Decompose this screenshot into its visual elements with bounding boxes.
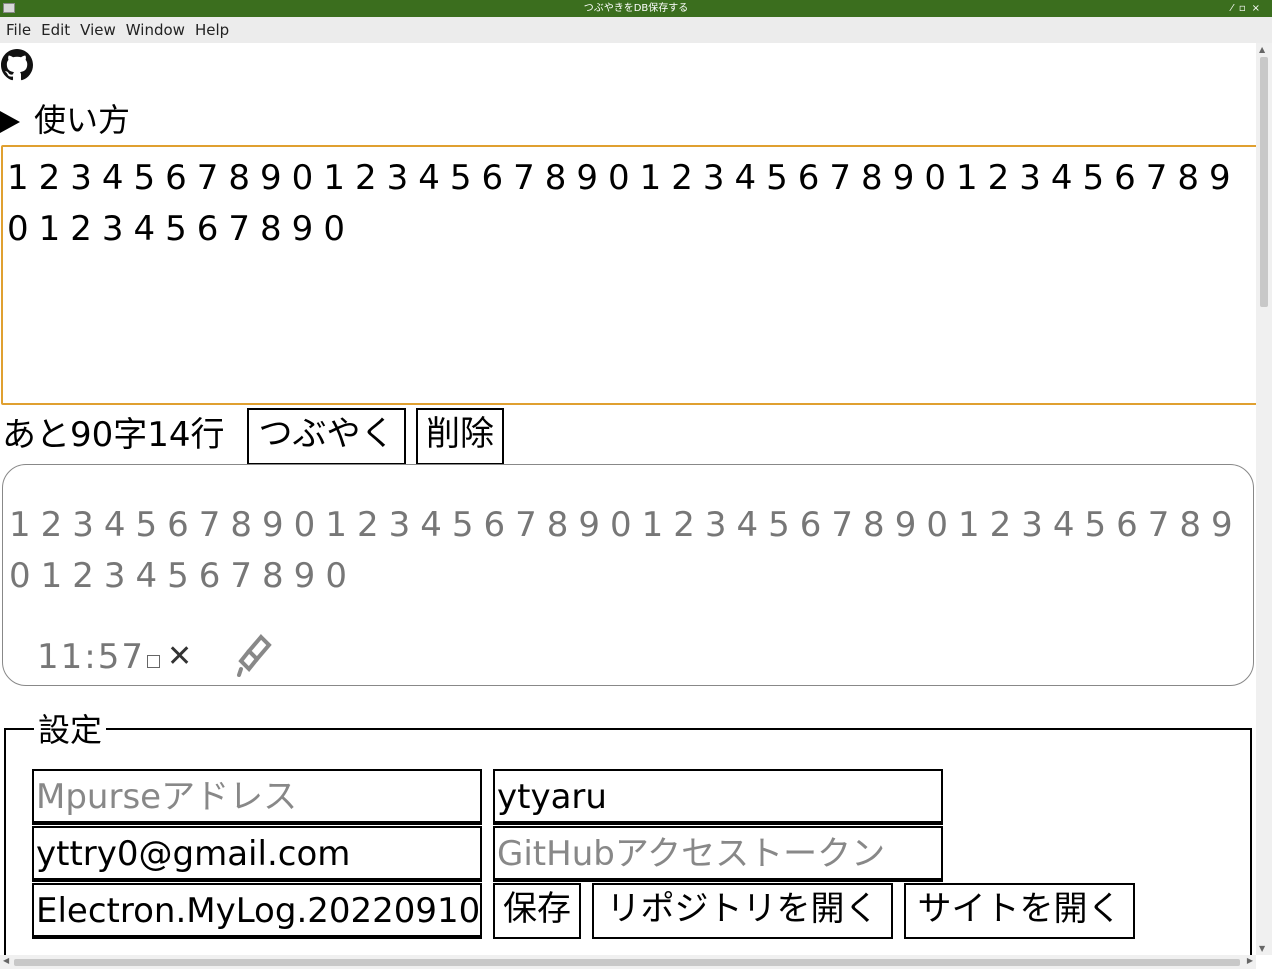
menu-window[interactable]: Window: [120, 17, 189, 43]
settings-legend: 設定: [34, 710, 107, 750]
github-icon[interactable]: [1, 48, 33, 82]
menu-help[interactable]: Help: [189, 17, 233, 43]
scroll-right-arrow-icon[interactable]: ▶: [1247, 956, 1253, 965]
tweet-button[interactable]: つぶやく: [247, 408, 406, 465]
save-button[interactable]: 保存: [493, 883, 581, 939]
app-icon: [3, 3, 15, 13]
repository-field[interactable]: Electron.MyLog.20220910: [32, 883, 482, 939]
usage-label: 使い方: [34, 101, 131, 139]
scroll-down-arrow-icon[interactable]: ▼: [1259, 944, 1265, 953]
post-card: 1234567890123456789012345678901234567890…: [2, 464, 1254, 686]
scroll-up-arrow-icon[interactable]: ▲: [1259, 45, 1265, 54]
post-meta: 11:57 ✕: [37, 634, 272, 677]
username-field[interactable]: ytyaru: [493, 769, 943, 825]
settings-fieldset: 設定 Mpurseアドレス ytyaru yttry0@gmail.com Gi…: [4, 710, 1252, 955]
post-checkbox[interactable]: [146, 655, 160, 668]
open-site-button[interactable]: サイトを開く: [904, 883, 1135, 939]
mpurse-address-field[interactable]: Mpurseアドレス: [32, 769, 482, 825]
email-field[interactable]: yttry0@gmail.com: [32, 826, 482, 882]
page-content: 使い方 123456789012345678901234567890123456…: [0, 43, 1256, 955]
post-text: 1234567890123456789012345678901234567890…: [9, 505, 1243, 596]
horizontal-scrollbar[interactable]: ◀ ▶: [0, 955, 1256, 969]
horizontal-scroll-thumb[interactable]: [14, 959, 1240, 966]
vertical-scroll-thumb[interactable]: [1260, 57, 1268, 307]
window-controls[interactable]: ⁄▫×: [1231, 0, 1266, 17]
scroll-left-arrow-icon[interactable]: ◀: [3, 956, 9, 965]
menu-bar: File Edit View Window Help: [0, 17, 1272, 43]
link-icon[interactable]: [235, 633, 275, 677]
menu-view[interactable]: View: [74, 17, 120, 43]
vertical-scrollbar[interactable]: ▲ ▼: [1256, 43, 1272, 955]
usage-toggle[interactable]: 使い方: [0, 100, 130, 140]
tweet-textarea[interactable]: 1234567890123456789012345678901234567890…: [1, 145, 1256, 405]
delete-post-icon[interactable]: ✕: [167, 637, 192, 677]
remaining-counter: あと90字14行: [2, 415, 225, 455]
window-titlebar[interactable]: つぶやきをDB保存する ⁄▫×: [0, 0, 1272, 17]
delete-button[interactable]: 削除: [416, 408, 504, 465]
github-token-field[interactable]: GitHubアクセストークン: [493, 826, 943, 882]
menu-edit[interactable]: Edit: [35, 17, 74, 43]
window-title: つぶやきをDB保存する: [583, 3, 689, 14]
open-repository-button[interactable]: リポジトリを開く: [592, 883, 893, 939]
post-time: 11:57: [37, 637, 145, 677]
menu-file[interactable]: File: [0, 17, 35, 43]
disclosure-triangle-icon: [0, 111, 20, 133]
